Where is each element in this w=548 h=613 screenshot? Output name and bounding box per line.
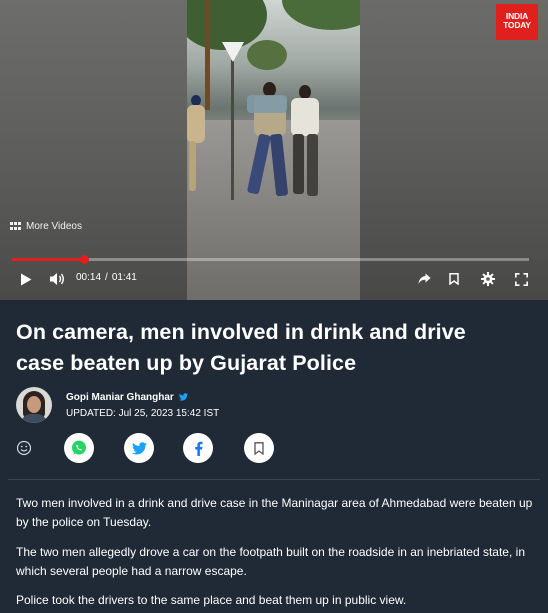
volume-button[interactable] <box>48 271 66 287</box>
settings-button[interactable] <box>480 271 496 287</box>
progress-fill <box>12 258 84 261</box>
facebook-icon <box>194 441 203 456</box>
video-player[interactable]: INDIA TODAY More Videos 00:14/01:41 <box>0 0 548 300</box>
article-paragraph: The two men allegedly drove a car on the… <box>16 545 525 578</box>
watch-later-button[interactable] <box>446 271 462 287</box>
grid-icon <box>10 222 21 231</box>
duration: 01:41 <box>111 272 137 283</box>
smiley-icon[interactable] <box>16 440 32 456</box>
share-arrow-icon <box>418 273 430 284</box>
video-blur-left <box>0 0 187 300</box>
time-separator: / <box>105 272 108 283</box>
facebook-share-button[interactable] <box>183 433 213 463</box>
author-info: Gopi Maniar Ghanghar UPDATED: Jul 25, 20… <box>66 392 219 419</box>
more-videos-button[interactable]: More Videos <box>10 221 82 232</box>
video-time: 00:14/01:41 <box>76 272 137 283</box>
play-icon <box>21 273 32 285</box>
updated-timestamp: UPDATED: Jul 25, 2023 15:42 IST <box>66 407 220 419</box>
twitter-icon[interactable] <box>178 393 188 401</box>
twitter-icon <box>131 441 147 454</box>
volume-icon <box>50 273 64 285</box>
article-paragraph: Police took the drivers to the same plac… <box>16 593 407 607</box>
bookmark-icon <box>254 441 264 455</box>
author-name[interactable]: Gopi Maniar Ghanghar <box>66 392 174 403</box>
settings-gear-icon <box>481 272 495 286</box>
share-bar <box>12 433 542 463</box>
more-videos-label: More Videos <box>26 221 82 232</box>
save-article-button[interactable] <box>244 433 274 463</box>
fullscreen-icon <box>514 272 528 286</box>
fullscreen-button[interactable] <box>513 271 529 287</box>
india-today-logo: INDIA TODAY <box>496 4 538 40</box>
video-frame <box>187 0 360 300</box>
brand-logo-text: INDIA TODAY <box>503 11 531 30</box>
video-blur-right <box>360 0 548 300</box>
video-progress-bar[interactable] <box>12 255 529 264</box>
video-controls: 00:14/01:41 <box>0 268 548 290</box>
author-line: Gopi Maniar Ghanghar <box>66 392 219 403</box>
play-button[interactable] <box>18 271 34 287</box>
twitter-share-button[interactable] <box>124 433 154 463</box>
article-paragraph: Two men involved in a drink and drive ca… <box>16 496 533 529</box>
divider <box>8 479 540 480</box>
bookmark-icon <box>449 273 459 285</box>
whatsapp-share-button[interactable] <box>64 433 94 463</box>
author-avatar[interactable] <box>16 387 52 423</box>
current-time: 00:14 <box>76 272 102 283</box>
progress-scrubber[interactable] <box>79 255 89 264</box>
share-video-button[interactable] <box>416 271 432 287</box>
whatsapp-icon <box>72 440 86 455</box>
article-headline: On camera, men involved in drink and dri… <box>16 320 466 375</box>
byline: Gopi Maniar Ghanghar UPDATED: Jul 25, 20… <box>16 386 219 424</box>
